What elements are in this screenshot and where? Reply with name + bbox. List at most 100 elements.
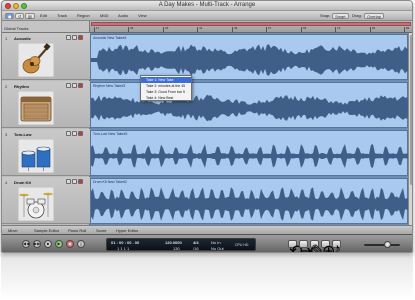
track-name: Tom-Low — [14, 132, 32, 137]
audio-region-acoustic[interactable]: Acoustic New Take#4 — [90, 34, 408, 80]
menu-track[interactable]: Track — [57, 13, 67, 19]
waveform — [91, 44, 408, 76]
bar-ruler[interactable]: 17 25 33 41 49 57 65 73 81 89 — [90, 21, 412, 33]
ruler-tick-label: 49 — [234, 26, 238, 30]
cpu-meter-label: CPU HD — [235, 243, 249, 247]
cycle-button[interactable]: ⟲ — [288, 240, 302, 252]
master-volume-slider[interactable] — [364, 244, 400, 246]
track-name: Acoustic — [14, 36, 31, 41]
metronome-button[interactable]: ♪ — [332, 240, 341, 252]
mute-button[interactable] — [66, 179, 71, 184]
ruler-tick — [404, 27, 405, 32]
global-tracks-label: Global Tracks — [4, 26, 29, 31]
solo-button[interactable] — [72, 83, 77, 88]
tab-sample-editor[interactable]: Sample Editor — [34, 228, 59, 233]
solo-mode-button[interactable]: ⊕ — [321, 240, 335, 252]
menu-audio[interactable]: Audio — [118, 13, 128, 19]
tab-hyper-editor[interactable]: Hyper Editor — [116, 228, 138, 233]
arrange-window: A Day Makes - Multi-Track - Arrange ◼ ↺ … — [1, 0, 413, 253]
menu-view[interactable]: View — [138, 13, 147, 19]
fast-forward-button[interactable]: ▶▶ — [33, 240, 41, 248]
mute-button[interactable] — [66, 83, 71, 88]
time-signature-display: 4/4 — [193, 240, 199, 245]
waveform-shape — [91, 94, 408, 122]
rewind-button[interactable]: ◀◀ — [22, 240, 30, 248]
waveform-shape — [91, 144, 408, 168]
tab-score[interactable]: Score — [96, 228, 106, 233]
ruler-tick — [335, 27, 336, 32]
take-menu-item[interactable]: Take 4: New Best — [141, 95, 191, 101]
waveform — [91, 144, 408, 168]
record-enable-button[interactable] — [78, 179, 83, 184]
tempo-sub-display: 130 — [173, 246, 180, 251]
ruler-tick — [94, 27, 95, 32]
ruler-tick — [301, 27, 302, 32]
transport-bar: ◀◀ ▶▶ ■ ▶ ● || 01 : 00 : 00 . 00 1 1 1 1… — [2, 234, 412, 252]
take-folder-menu: Take 1: New Take Take 2: minutes at the … — [140, 75, 192, 101]
record-enable-button[interactable] — [78, 35, 83, 40]
tempo-display: 120.0000 — [165, 240, 182, 245]
track-number: 4 — [5, 180, 8, 185]
title-bar[interactable]: A Day Makes - Multi-Track - Arrange — [2, 1, 412, 11]
global-tracks-header[interactable]: Global Tracks — [2, 21, 90, 33]
drag-select[interactable]: Overlap — [364, 13, 385, 19]
tab-piano-roll[interactable]: Piano Roll — [68, 228, 86, 233]
toolbar-button-3[interactable]: ▤ — [25, 13, 35, 19]
transport-lcd[interactable]: 01 : 00 : 00 . 00 1 1 1 1 120.0000 130 4… — [106, 238, 256, 251]
division-display: /16 — [193, 246, 199, 251]
audio-region-rhythm[interactable]: Rhythm New Take#3 — [90, 82, 408, 128]
audio-region-tom-low[interactable]: Tom-Low New Take#3 — [90, 130, 408, 176]
ruler-tick-label: 65 — [303, 26, 307, 30]
master-volume-knob[interactable] — [384, 241, 391, 248]
track-number: 3 — [5, 132, 8, 137]
ruler-tick — [370, 27, 371, 32]
waveform-shape — [91, 44, 408, 76]
toolbar-button-2[interactable]: ↺ — [15, 13, 25, 19]
ruler-tick — [266, 27, 267, 32]
stop-button[interactable]: ■ — [44, 240, 52, 248]
ruler-tick-label: 73 — [337, 26, 341, 30]
menu-edit[interactable]: Edit — [40, 13, 47, 19]
play-button[interactable]: ▶ — [55, 240, 63, 248]
toolbar-button-1[interactable]: ◼ — [5, 13, 15, 19]
track-header-rhythm[interactable]: 2 Rhythm — [2, 81, 90, 128]
editor-tab-bar: Mixer Sample Editor Piano Roll Score Hyp… — [2, 225, 412, 234]
waveform — [91, 187, 408, 221]
ruler-tick — [197, 27, 198, 32]
replace-button[interactable]: ✎ — [310, 240, 324, 252]
waveform-shape — [91, 187, 408, 221]
track-name: Rhythm — [14, 84, 29, 89]
pause-button[interactable]: || — [77, 240, 85, 248]
smpte-display: 01 : 00 : 00 . 00 — [111, 240, 140, 245]
vertical-scrollbar[interactable] — [408, 33, 412, 225]
audio-region-drum-kit[interactable]: Drum Kit New Take#2 — [90, 178, 408, 224]
mute-button[interactable] — [66, 131, 71, 136]
menu-midi[interactable]: MIDI — [100, 13, 108, 19]
arrange-area[interactable]: Acoustic New Take#4 Rhythm New Take#3 To… — [90, 33, 408, 225]
snap-select[interactable]: Smart — [332, 13, 349, 19]
ruler-tick-label: 41 — [199, 26, 203, 30]
track-header-acoustic[interactable]: 1 Acoustic — [2, 33, 90, 80]
mute-button[interactable] — [66, 35, 71, 40]
menu-region[interactable]: Region — [77, 13, 90, 19]
solo-button[interactable] — [72, 35, 77, 40]
ruler-tick-label: 89 — [406, 26, 410, 30]
drums-icon — [18, 139, 54, 173]
midi-out-display: No Out — [211, 246, 224, 251]
scrollbar-thumb[interactable] — [410, 35, 412, 185]
tab-mixer[interactable]: Mixer — [8, 228, 18, 233]
ruler-tick-label: 25 — [130, 26, 134, 30]
midi-in-display: No In — [211, 240, 221, 245]
record-enable-button[interactable] — [78, 83, 83, 88]
track-header-tom-low[interactable]: 3 Tom-Low — [2, 129, 90, 176]
cycle-region[interactable] — [91, 22, 411, 26]
record-enable-button[interactable] — [78, 131, 83, 136]
solo-button[interactable] — [72, 179, 77, 184]
track-list: 1 Acoustic 2 Rhythm 3 Tom-Low 4 Drum Kit — [2, 33, 90, 225]
track-header-drum-kit[interactable]: 4 Drum Kit — [2, 177, 90, 224]
drum-kit-icon — [18, 187, 54, 221]
solo-button[interactable] — [72, 131, 77, 136]
record-button[interactable]: ● — [66, 240, 74, 248]
autopunch-button[interactable]: ⇥ — [299, 240, 313, 252]
ruler-tick — [128, 27, 129, 32]
